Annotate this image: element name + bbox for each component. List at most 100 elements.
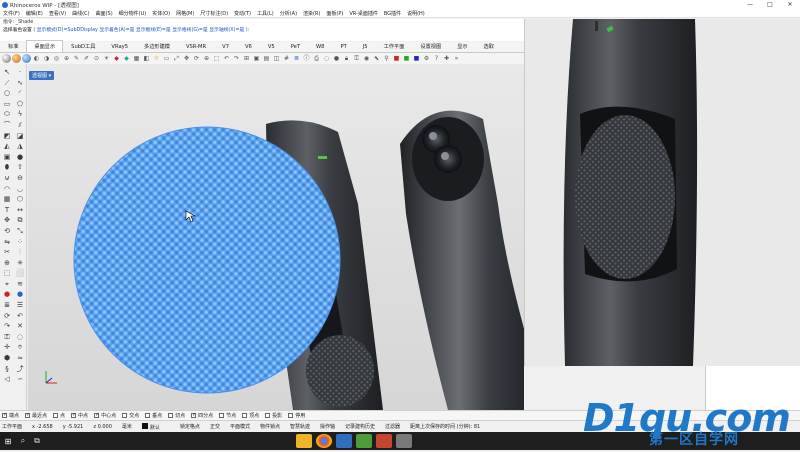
status-gumball[interactable]: 操作轴 <box>320 423 335 430</box>
status-layer[interactable]: 默认 <box>141 422 170 431</box>
snap-midpoint[interactable]: ✓ 中点 <box>71 412 88 419</box>
cage-icon[interactable]: ⬢ <box>1 353 13 364</box>
shaded-sphere-icon[interactable] <box>2 54 11 63</box>
tab-display[interactable]: 显示 <box>449 40 475 52</box>
snap-checkbox[interactable] <box>242 413 248 418</box>
select-arrow-icon[interactable]: ↖ <box>1 67 13 78</box>
properties-icon[interactable]: ⓘ <box>302 54 311 63</box>
clipping-plane-icon[interactable]: ◫ <box>272 54 281 63</box>
menu-tools[interactable]: 工具(L) <box>254 10 277 17</box>
xray-icon[interactable]: ◑ <box>42 54 51 63</box>
viewport-title-tab[interactable]: 透视图 ▾ <box>29 71 55 80</box>
properties-panel-icon[interactable]: ☰ <box>14 300 26 311</box>
loft-icon[interactable]: ◪ <box>14 131 26 142</box>
status-planar[interactable]: 平面模式 <box>230 423 250 430</box>
snap-vertex[interactable]: 顶点 <box>242 412 259 419</box>
snap-quadrant[interactable]: ✓ 四分点 <box>191 412 213 419</box>
ghosted-icon[interactable]: ◐ <box>32 54 41 63</box>
rotate-view-icon[interactable]: ⟳ <box>192 54 201 63</box>
ellipse-icon[interactable]: ⬭ <box>1 109 13 120</box>
hide-tool-icon[interactable]: ◌ <box>14 332 26 343</box>
device-model-right[interactable] <box>400 110 524 410</box>
show-icon[interactable]: ● <box>332 54 341 63</box>
render-icon[interactable] <box>22 54 31 63</box>
tab-vray5[interactable]: VRay5 <box>103 41 136 52</box>
zoom-extents-icon[interactable]: ⤢ <box>172 54 181 63</box>
rectangle-icon[interactable]: ▭ <box>1 99 13 110</box>
search-icon[interactable]: ⌕ <box>16 436 30 446</box>
tab-j5[interactable]: J5 <box>355 41 376 52</box>
four-view-icon[interactable]: ⊞ <box>242 54 251 63</box>
tab-standard[interactable]: 标准 <box>0 40 26 52</box>
sphere-icon[interactable]: ● <box>14 152 26 163</box>
undo-icon[interactable]: ↶ <box>14 311 26 322</box>
layer-icon[interactable]: ≣ <box>292 54 301 63</box>
menu-panels[interactable]: 面板(P) <box>323 10 346 17</box>
group-icon[interactable]: ⬚ <box>1 268 13 279</box>
status-grid-snap[interactable]: 锁定格点 <box>180 423 200 430</box>
hide-icon[interactable]: ◌ <box>322 54 331 63</box>
options-icon[interactable]: ⚙ <box>422 54 431 63</box>
fillet-edge-icon[interactable]: ◠ <box>1 184 13 195</box>
close-button[interactable]: ✕ <box>780 0 800 9</box>
start-icon[interactable]: ⊞ <box>0 437 16 446</box>
taper-icon[interactable]: ◁ <box>1 374 13 385</box>
snap-perpendicular[interactable]: 垂点 <box>145 412 162 419</box>
zoom-window-icon[interactable]: ⬚ <box>212 54 221 63</box>
plugin-icon[interactable]: ✚ <box>442 54 451 63</box>
color2-icon[interactable]: ■ <box>402 54 411 63</box>
material-icon[interactable]: ◆ <box>112 54 121 63</box>
redo-icon[interactable]: ↷ <box>1 321 13 332</box>
snap-icon[interactable]: ⌾ <box>14 342 26 353</box>
menu-dimension[interactable]: 尺寸标注(D) <box>197 10 231 17</box>
surface-icon[interactable]: ◩ <box>1 131 13 142</box>
snap-checkbox[interactable]: ✓ <box>2 413 7 418</box>
menu-mesh[interactable]: 网格(M) <box>173 10 197 17</box>
split-icon[interactable]: ⫶ <box>14 247 26 258</box>
bend-icon[interactable]: ⤴ <box>14 364 26 375</box>
menu-analyze[interactable]: 分析(A) <box>277 10 300 17</box>
join-icon[interactable]: ⊕ <box>1 258 13 269</box>
minimize-button[interactable]: — <box>740 0 760 9</box>
snap-near[interactable]: ✓ 最近点 <box>25 412 47 419</box>
status-record-history[interactable]: 记录建构历史 <box>345 423 375 430</box>
status-unit[interactable]: 毫米 <box>122 423 132 430</box>
polyline-icon[interactable]: ⟋ <box>1 78 13 89</box>
snap-endpoint[interactable]: ✓ 端点 <box>2 412 19 419</box>
menu-surface[interactable]: 曲面(S) <box>93 10 116 17</box>
text-icon[interactable]: T <box>1 205 13 216</box>
texture-icon[interactable]: ▦ <box>132 54 141 63</box>
copy-icon[interactable]: ⧉ <box>14 215 26 226</box>
arc-icon[interactable]: ◜ <box>14 88 26 99</box>
taskview-icon[interactable]: ⧉ <box>30 436 44 446</box>
snap-checkbox[interactable]: ✓ <box>25 413 30 418</box>
snap-point[interactable]: 点 <box>53 412 65 419</box>
lock-icon[interactable]: 🔒︎ <box>342 54 351 63</box>
color3-icon[interactable]: ■ <box>412 54 421 63</box>
menu-file[interactable]: 文件(F) <box>0 10 23 17</box>
more-icon[interactable]: » <box>452 54 461 63</box>
delete-icon[interactable]: ✕ <box>14 321 26 332</box>
snapshot-icon[interactable]: ⎙ <box>312 54 321 63</box>
undo-view-icon[interactable]: ↶ <box>222 54 231 63</box>
isolate-icon[interactable]: ◉ <box>362 54 371 63</box>
select-icon[interactable]: ⬉ <box>372 54 381 63</box>
maximize-button[interactable]: □ <box>760 0 780 9</box>
mesh-icon[interactable]: ▦ <box>1 194 13 205</box>
cylinder-icon[interactable]: ⬮ <box>1 162 13 173</box>
shell-icon[interactable]: ◡ <box>14 184 26 195</box>
offset-curve-icon[interactable]: ⫽ <box>14 120 26 131</box>
tab-set-view[interactable]: 设置视图 <box>412 40 449 52</box>
box-icon[interactable]: ▣ <box>1 152 13 163</box>
trim-icon[interactable]: ✂ <box>1 247 13 258</box>
menu-solid[interactable]: 实体(O) <box>149 10 173 17</box>
array-icon[interactable]: ⁘ <box>14 237 26 248</box>
artistic-icon[interactable]: ✎ <box>72 54 81 63</box>
tab-v5[interactable]: V5 <box>260 41 283 52</box>
snap-checkbox[interactable] <box>145 413 151 418</box>
camera-icon[interactable]: ⊙ <box>92 54 101 63</box>
ground-plane-icon[interactable]: ▭ <box>162 54 171 63</box>
menu-transform[interactable]: 变动(T) <box>231 10 254 17</box>
mirror-icon[interactable]: ⇋ <box>1 237 13 248</box>
rendered-sphere-icon[interactable] <box>12 54 21 63</box>
